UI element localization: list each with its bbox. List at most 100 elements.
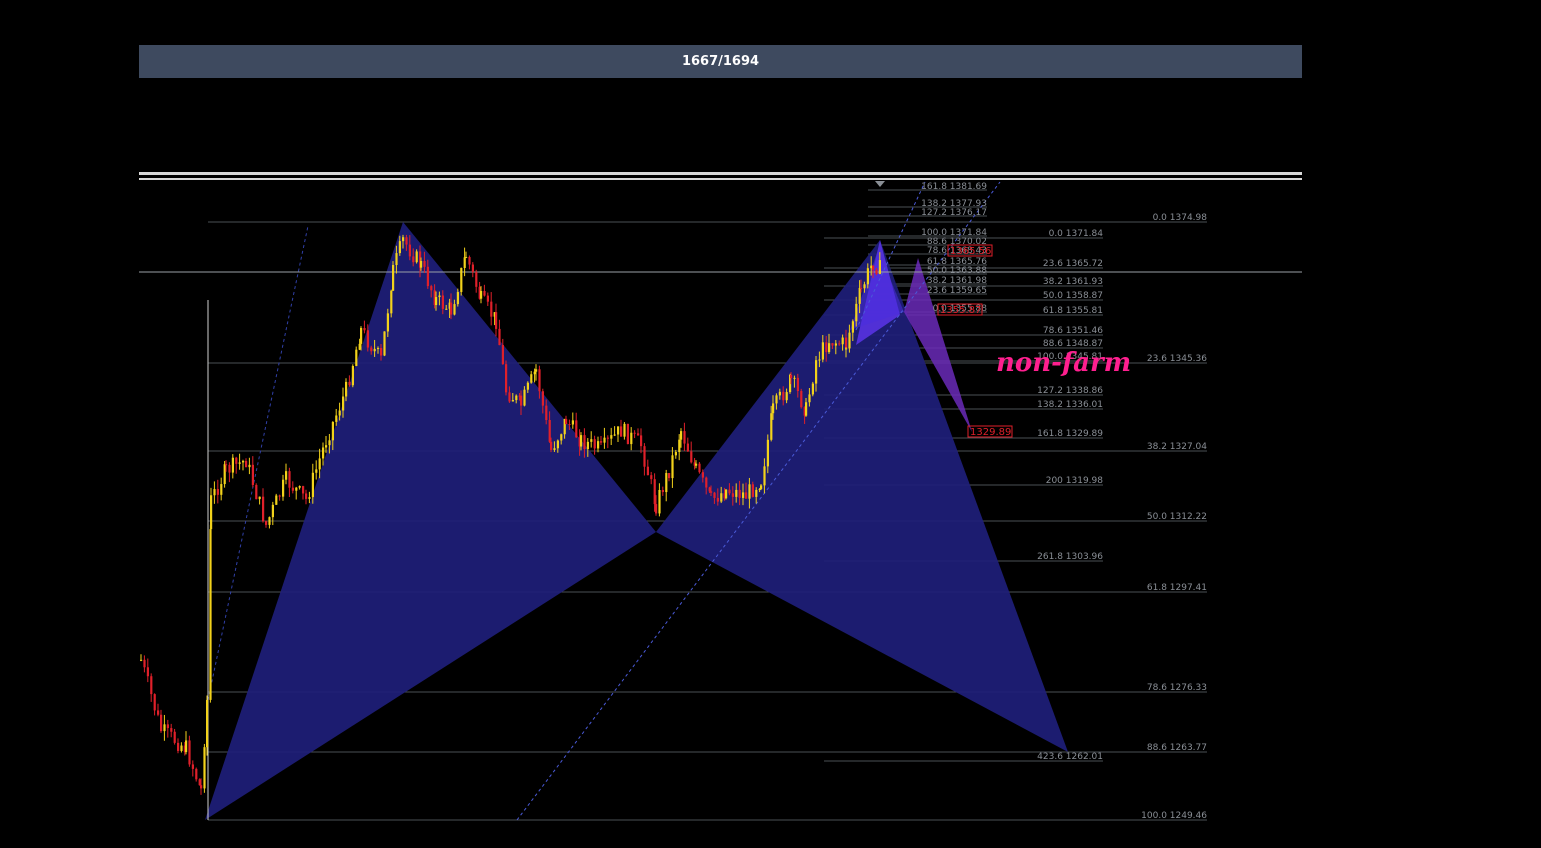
candle-body: [210, 495, 213, 530]
candle-body: [708, 487, 711, 492]
candle-body: [220, 484, 223, 495]
candle-body: [851, 321, 854, 333]
candle-body: [731, 493, 734, 497]
fib-label-middle: 423.6 1262.01: [1037, 752, 1103, 762]
candle-body: [242, 460, 245, 463]
candle-body: [845, 348, 848, 350]
candle-body: [620, 426, 623, 437]
chart-top-border: [139, 172, 1302, 175]
candle-body: [445, 308, 448, 310]
candle-body: [185, 740, 188, 753]
candle-body: [633, 432, 636, 434]
candle-body: [271, 504, 274, 518]
candle-body: [646, 466, 649, 476]
candle-body: [523, 389, 526, 406]
candle-body: [520, 395, 523, 406]
candle-body: [793, 377, 796, 379]
candle-body: [268, 517, 271, 525]
candle-body: [821, 342, 824, 360]
candle-body: [848, 332, 851, 349]
candle-body: [426, 266, 429, 287]
candle-body: [146, 667, 149, 677]
candle-body: [315, 469, 318, 473]
candle-body: [580, 435, 583, 447]
candle-body: [875, 269, 878, 274]
candle-body: [308, 497, 311, 499]
candle-body: [845, 337, 848, 349]
candle-body: [206, 699, 209, 748]
candle-body: [735, 489, 738, 497]
candle-body: [390, 290, 393, 314]
candle-body: [423, 260, 426, 267]
candle-body: [617, 426, 620, 435]
candle-body: [363, 328, 366, 331]
candle-body: [505, 364, 508, 393]
candle-body: [548, 419, 551, 442]
candle-body: [748, 484, 751, 499]
candle-body: [778, 391, 781, 396]
candle-body: [568, 424, 571, 426]
candle-body: [808, 394, 811, 403]
fib-label-middle: 23.6 1365.72: [1043, 259, 1103, 269]
candle-body: [637, 433, 640, 436]
candle-body: [195, 768, 198, 780]
candle-body: [235, 457, 238, 464]
candle-body: [538, 369, 541, 392]
candle-body: [878, 260, 881, 274]
candle-body: [583, 435, 586, 450]
candle-body: [658, 490, 661, 514]
candle-body: [338, 410, 341, 416]
candle-body: [690, 451, 693, 463]
candle-body: [653, 479, 656, 505]
candle-body: [275, 495, 278, 505]
candle-body: [465, 257, 468, 259]
candle-body: [655, 504, 658, 514]
candle-body: [435, 297, 438, 306]
candle-body: [153, 694, 156, 711]
candle-body: [468, 257, 471, 265]
candle-body: [508, 392, 511, 402]
candle-body: [160, 714, 163, 732]
candle-body: [545, 405, 548, 420]
candle-body: [295, 487, 298, 491]
candle-body: [302, 486, 305, 494]
candle-body: [643, 446, 646, 467]
candle-body: [834, 343, 837, 346]
candle-body: [745, 492, 748, 499]
candle-body: [526, 382, 529, 390]
candle-body: [360, 328, 363, 344]
fib-label-right: 50.0 1312.22: [1147, 512, 1207, 522]
candle-body: [571, 420, 574, 425]
candle-body: [772, 403, 775, 414]
candle-body: [841, 337, 844, 345]
candle-body: [490, 301, 493, 317]
candle-body: [600, 441, 603, 443]
candle-body: [610, 435, 613, 439]
candle-body: [392, 265, 395, 291]
candle-body: [590, 439, 593, 442]
price-chart[interactable]: 0.0 1374.98 23.6 1345.36 38.2 1327.04 50.0 …: [0, 0, 1541, 848]
fib-label-middle: 138.2 1336.01: [1037, 400, 1103, 410]
candle-body: [701, 472, 704, 478]
candle-body: [453, 304, 456, 315]
candle-body: [143, 659, 146, 668]
candle-body: [831, 343, 834, 346]
fib-label-top: 127.2 1376.17: [921, 208, 987, 218]
fib-label-middle: 127.2 1338.86: [1037, 386, 1103, 396]
candle-body: [305, 493, 308, 499]
candle-body: [291, 487, 294, 491]
candle-body: [501, 345, 504, 365]
candle-body: [863, 284, 866, 289]
candle-body: [763, 466, 766, 486]
candle-body: [511, 400, 514, 402]
candle-body: [680, 431, 683, 440]
candle-body: [683, 431, 686, 444]
fib-label-top: 50.0 1363.88: [927, 266, 987, 276]
candle-body: [173, 731, 176, 743]
candle-body: [188, 740, 191, 765]
candle-body: [855, 303, 858, 322]
candle-body: [671, 455, 674, 479]
candle-body: [412, 256, 415, 263]
candle-body: [140, 659, 143, 661]
candle-body: [530, 374, 533, 383]
